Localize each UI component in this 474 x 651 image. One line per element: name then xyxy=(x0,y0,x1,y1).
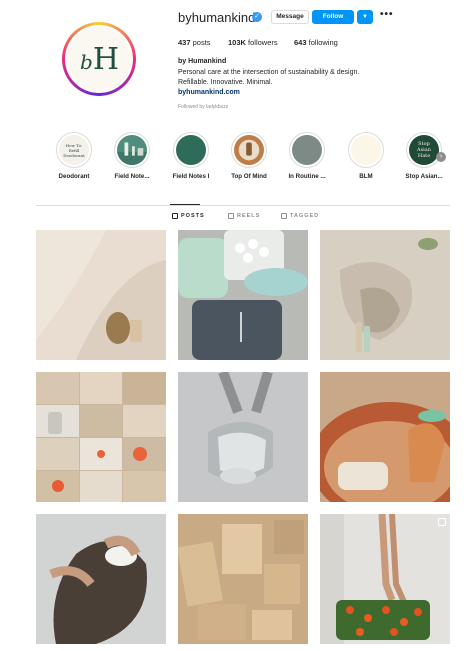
profile-username: byhumankind xyxy=(178,10,256,25)
brand-logo: bH xyxy=(80,41,119,77)
post-thumbnail[interactable] xyxy=(36,514,166,644)
highlight-in-routine[interactable]: In Routine ... xyxy=(285,132,329,180)
tabs-divider xyxy=(36,205,450,206)
chevron-down-icon[interactable]: ▼ xyxy=(357,10,373,24)
highlight-blm[interactable]: BLM xyxy=(344,132,388,180)
posts-count-value: 437 xyxy=(178,38,191,47)
active-tab-indicator xyxy=(170,204,200,205)
posts-count-label: posts xyxy=(192,38,211,47)
followers-count[interactable]: 103K followers xyxy=(228,38,278,47)
bio-line: Personal care at the intersection of sus… xyxy=(178,69,360,76)
tagged-icon xyxy=(281,213,287,219)
post-thumbnail[interactable] xyxy=(36,230,166,360)
post-thumbnail[interactable] xyxy=(320,514,450,644)
highlight-cover: Stop Asian Hate xyxy=(409,135,439,165)
highlight-label: Stop Asian... xyxy=(405,173,443,180)
tab-posts-label: POSTS xyxy=(181,213,205,219)
highlight-label: In Routine ... xyxy=(288,173,326,180)
highlight-label: Field Note... xyxy=(114,173,150,180)
highlight-label: BLM xyxy=(359,173,373,180)
chevron-right-icon[interactable]: › xyxy=(436,152,446,162)
followers-count-label: followers xyxy=(248,38,278,47)
highlight-cover xyxy=(176,135,206,165)
post-thumbnail[interactable] xyxy=(178,372,308,502)
highlight-cover-text: How To: Refill Deodorant xyxy=(63,142,85,158)
grid-icon xyxy=(172,213,178,219)
followers-count-value: 103K xyxy=(228,38,246,47)
post-thumbnail[interactable] xyxy=(320,372,450,502)
highlight-deodorant[interactable]: How To: Refill Deodorant Deodorant xyxy=(52,132,96,180)
follow-button[interactable]: Follow xyxy=(312,10,354,24)
highlight-cover xyxy=(117,135,147,165)
highlight-field-notes-2[interactable]: Field Note... xyxy=(110,132,154,180)
highlight-label: Field Notes I xyxy=(172,173,210,180)
highlight-cover: How To: Refill Deodorant xyxy=(59,135,89,165)
carousel-icon xyxy=(438,518,446,526)
highlight-label: Deodorant xyxy=(58,173,90,180)
tab-posts[interactable]: POSTS xyxy=(172,213,205,219)
followed-by-text[interactable]: Followed by ladykbuzz xyxy=(178,104,228,110)
tab-tagged-label: TAGGED xyxy=(290,213,320,219)
website-link[interactable]: byhumankind.com xyxy=(178,89,240,96)
highlight-field-notes-1[interactable]: Field Notes I xyxy=(169,132,213,180)
following-count-label: following xyxy=(308,38,338,47)
post-thumbnail[interactable] xyxy=(36,372,166,502)
post-thumbnail[interactable] xyxy=(178,514,308,644)
tab-reels-label: REELS xyxy=(237,213,261,219)
tab-tagged[interactable]: TAGGED xyxy=(281,213,319,219)
highlight-label: Top Of Mind xyxy=(231,173,267,180)
verified-badge-icon: ✓ xyxy=(252,12,262,22)
post-thumbnail[interactable] xyxy=(178,230,308,360)
highlight-cover-text: Stop Asian Hate xyxy=(417,141,431,159)
following-count[interactable]: 643 following xyxy=(294,38,338,47)
message-button[interactable]: Message xyxy=(271,10,309,24)
highlight-cover xyxy=(351,135,381,165)
posts-count: 437 posts xyxy=(178,38,211,47)
bio-name: by Humankind xyxy=(178,58,227,65)
bio-line: Refillable. Innovative. Minimal. xyxy=(178,79,273,86)
profile-avatar[interactable]: bH xyxy=(65,25,133,93)
more-options-icon[interactable]: ••• xyxy=(380,9,394,20)
post-thumbnail[interactable] xyxy=(320,230,450,360)
highlight-cover xyxy=(234,135,264,165)
highlight-cover xyxy=(292,135,322,165)
reels-icon xyxy=(228,213,234,219)
following-count-value: 643 xyxy=(294,38,307,47)
highlight-top-of-mind[interactable]: Top Of Mind xyxy=(227,132,271,180)
tab-reels[interactable]: REELS xyxy=(228,213,260,219)
